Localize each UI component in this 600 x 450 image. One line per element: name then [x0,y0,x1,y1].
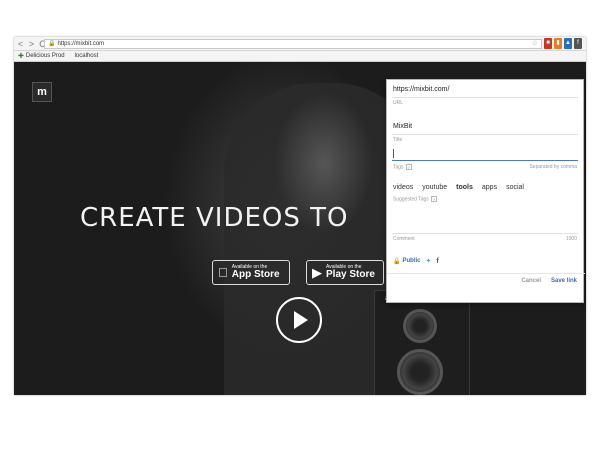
share-extension-icon[interactable]: ▲ [564,38,572,49]
cancel-button[interactable]: Cancel [521,278,541,284]
tags-label: Tags? [393,164,412,171]
camera-image: argoflex [374,290,470,395]
camera-main-lens [397,349,443,395]
suggested-tags-label: Suggested Tags? [393,196,437,203]
mixbit-logo[interactable]: m [32,82,52,102]
suggested-tag[interactable]: tools [456,184,473,191]
browser-window: < > C 🔒 https://mixbit.com ☆ ■ ▮ ▲ f ✚ D… [14,37,586,395]
back-button[interactable]: < [16,38,25,50]
play-icon [294,311,308,329]
suggested-tag[interactable]: social [506,184,524,191]
bookmark-item[interactable]: □ localhost [14,53,586,395]
address-text: https://mixbit.com [57,41,105,47]
browser-toolbar: < > C 🔒 https://mixbit.com ☆ ■ ▮ ▲ f [14,37,586,51]
hero-title: CREATE VIDEOS TO [80,203,349,233]
lock-open-icon: 🔓 [393,258,401,265]
save-link-popup: https://mixbit.com/ URL MixBit Title Tag… [386,79,585,303]
bookmark-label: Delicious Prod [25,53,65,59]
tags-input[interactable] [392,147,578,161]
privacy-toggle[interactable]: 🔓 Public [393,258,421,265]
suggested-tag[interactable]: youtube [422,184,447,191]
url-label: URL [393,100,404,106]
footer-divider [387,273,585,274]
mixbit-page: m CREATE VIDEOS TO  Available on the Ap… [14,63,586,395]
comment-label: Comment [393,236,415,242]
camera-viewfinder-lens [403,309,437,343]
facebook-icon[interactable]: f [436,258,438,265]
comment-char-count: 1000 [565,236,577,242]
title-field[interactable]: MixBit [393,123,563,130]
bookmark-item[interactable]: ✚ Delicious Prod [18,52,65,60]
url-field[interactable]: https://mixbit.com/ [393,86,563,93]
apple-icon:  [218,265,228,280]
help-icon[interactable]: ? [430,196,437,202]
bookmark-label: localhost [74,53,99,59]
play-store-label: Play Store [326,269,375,280]
lock-icon: 🔒 [48,41,56,47]
comment-divider [392,233,578,234]
share-options: 🔓 Public ✦ f [393,257,439,266]
help-icon[interactable]: ? [405,164,412,170]
play-store-button[interactable]: ▶ Available on the Play Store [306,260,384,285]
save-link-button[interactable]: Save link [551,278,577,284]
tags-separator-hint: Separated by comma [529,164,577,170]
suggested-tags: videos youtube tools apps social [393,184,524,191]
address-bar[interactable]: 🔒 https://mixbit.com ☆ [44,39,542,49]
suggested-tag[interactable]: videos [393,184,413,191]
twitter-icon[interactable]: ✦ [426,257,432,265]
text-caret [393,149,394,158]
url-divider [392,97,578,98]
title-label: Title [393,137,403,143]
flag-extension-icon[interactable]: f [574,38,582,49]
suggested-tag[interactable]: apps [482,184,497,191]
app-store-label: App Store [222,269,280,280]
extension-bar-icon[interactable]: ▮ [554,38,562,49]
extension-icons: ■ ▮ ▲ f [544,38,582,49]
app-store-button[interactable]:  Available on the App Store [212,260,290,285]
bookmarks-bar: ✚ Delicious Prod □ localhost [14,51,586,395]
video-play-button[interactable] [276,297,322,343]
star-icon[interactable]: ☆ [532,40,538,48]
title-divider [392,134,578,135]
plus-icon: ✚ [18,53,24,60]
privacy-label: Public [402,258,421,264]
delicious-icon[interactable]: ■ [544,38,552,49]
play-store-icon: ▶ [312,264,322,280]
forward-button[interactable]: > [27,38,36,50]
